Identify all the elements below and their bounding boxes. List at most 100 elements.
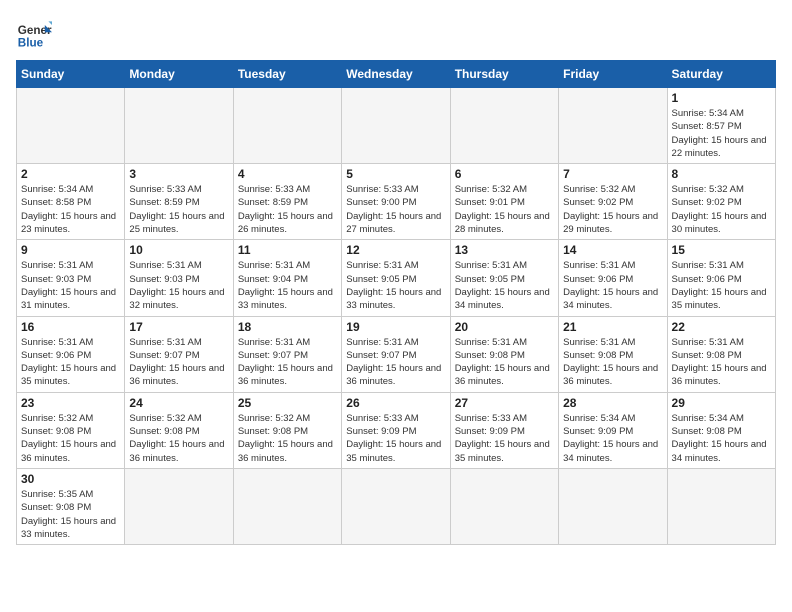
day-info: Sunrise: 5:33 AM Sunset: 9:09 PM Dayligh…: [455, 412, 554, 465]
calendar-cell: 2 Sunrise: 5:34 AM Sunset: 8:58 PM Daylig…: [17, 164, 125, 240]
weekday-header-row: SundayMondayTuesdayWednesdayThursdayFrid…: [17, 61, 776, 88]
calendar-cell: 4 Sunrise: 5:33 AM Sunset: 8:59 PM Daylig…: [233, 164, 341, 240]
day-number: 25: [238, 396, 337, 410]
calendar-cell: [450, 88, 558, 164]
calendar-cell: 14 Sunrise: 5:31 AM Sunset: 9:06 PM Dayli…: [559, 240, 667, 316]
weekday-header-cell: Monday: [125, 61, 233, 88]
day-info: Sunrise: 5:32 AM Sunset: 9:02 PM Dayligh…: [672, 183, 771, 236]
calendar-cell: [559, 468, 667, 544]
day-number: 10: [129, 243, 228, 257]
calendar-cell: 17 Sunrise: 5:31 AM Sunset: 9:07 PM Dayli…: [125, 316, 233, 392]
day-number: 11: [238, 243, 337, 257]
day-info: Sunrise: 5:34 AM Sunset: 8:58 PM Dayligh…: [21, 183, 120, 236]
logo: General Blue: [16, 16, 52, 52]
day-info: Sunrise: 5:33 AM Sunset: 9:00 PM Dayligh…: [346, 183, 445, 236]
calendar-cell: 20 Sunrise: 5:31 AM Sunset: 9:08 PM Dayli…: [450, 316, 558, 392]
calendar-cell: [342, 468, 450, 544]
calendar-cell: 10 Sunrise: 5:31 AM Sunset: 9:03 PM Dayli…: [125, 240, 233, 316]
day-info: Sunrise: 5:31 AM Sunset: 9:08 PM Dayligh…: [455, 336, 554, 389]
day-number: 12: [346, 243, 445, 257]
day-number: 3: [129, 167, 228, 181]
calendar-cell: 23 Sunrise: 5:32 AM Sunset: 9:08 PM Dayli…: [17, 392, 125, 468]
day-info: Sunrise: 5:33 AM Sunset: 8:59 PM Dayligh…: [238, 183, 337, 236]
calendar-cell: 9 Sunrise: 5:31 AM Sunset: 9:03 PM Daylig…: [17, 240, 125, 316]
calendar-cell: [125, 468, 233, 544]
day-number: 8: [672, 167, 771, 181]
weekday-header-cell: Thursday: [450, 61, 558, 88]
calendar-row: 1 Sunrise: 5:34 AM Sunset: 8:57 PM Daylig…: [17, 88, 776, 164]
weekday-header-cell: Sunday: [17, 61, 125, 88]
calendar-cell: 30 Sunrise: 5:35 AM Sunset: 9:08 PM Dayli…: [17, 468, 125, 544]
day-info: Sunrise: 5:31 AM Sunset: 9:05 PM Dayligh…: [346, 259, 445, 312]
calendar-cell: 25Sunrise: 5:32 AM Sunset: 9:08 PM Dayli…: [233, 392, 341, 468]
calendar-cell: [233, 88, 341, 164]
calendar-cell: 21Sunrise: 5:31 AM Sunset: 9:08 PM Dayli…: [559, 316, 667, 392]
day-info: Sunrise: 5:34 AM Sunset: 9:08 PM Dayligh…: [672, 412, 771, 465]
calendar-cell: [125, 88, 233, 164]
day-number: 17: [129, 320, 228, 334]
day-number: 16: [21, 320, 120, 334]
calendar-body: 1 Sunrise: 5:34 AM Sunset: 8:57 PM Daylig…: [17, 88, 776, 545]
calendar-cell: 19 Sunrise: 5:31 AM Sunset: 9:07 PM Dayli…: [342, 316, 450, 392]
day-number: 18: [238, 320, 337, 334]
svg-text:Blue: Blue: [18, 37, 44, 50]
day-number: 20: [455, 320, 554, 334]
day-info: Sunrise: 5:31 AM Sunset: 9:06 PM Dayligh…: [672, 259, 771, 312]
day-number: 6: [455, 167, 554, 181]
calendar-row: 9 Sunrise: 5:31 AM Sunset: 9:03 PM Daylig…: [17, 240, 776, 316]
calendar-cell: 7Sunrise: 5:32 AM Sunset: 9:02 PM Daylig…: [559, 164, 667, 240]
calendar-cell: 3Sunrise: 5:33 AM Sunset: 8:59 PM Daylig…: [125, 164, 233, 240]
day-info: Sunrise: 5:31 AM Sunset: 9:06 PM Dayligh…: [563, 259, 662, 312]
calendar-cell: 26Sunrise: 5:33 AM Sunset: 9:09 PM Dayli…: [342, 392, 450, 468]
day-number: 9: [21, 243, 120, 257]
day-info: Sunrise: 5:31 AM Sunset: 9:08 PM Dayligh…: [672, 336, 771, 389]
day-info: Sunrise: 5:31 AM Sunset: 9:07 PM Dayligh…: [346, 336, 445, 389]
day-info: Sunrise: 5:31 AM Sunset: 9:07 PM Dayligh…: [129, 336, 228, 389]
day-info: Sunrise: 5:34 AM Sunset: 9:09 PM Dayligh…: [563, 412, 662, 465]
day-number: 30: [21, 472, 120, 486]
day-number: 15: [672, 243, 771, 257]
day-number: 1: [672, 91, 771, 105]
calendar-cell: 6Sunrise: 5:32 AM Sunset: 9:01 PM Daylig…: [450, 164, 558, 240]
day-number: 23: [21, 396, 120, 410]
weekday-header-cell: Friday: [559, 61, 667, 88]
weekday-header-cell: Wednesday: [342, 61, 450, 88]
day-number: 14: [563, 243, 662, 257]
day-info: Sunrise: 5:31 AM Sunset: 9:03 PM Dayligh…: [21, 259, 120, 312]
calendar-cell: 24Sunrise: 5:32 AM Sunset: 9:08 PM Dayli…: [125, 392, 233, 468]
day-number: 27: [455, 396, 554, 410]
day-info: Sunrise: 5:35 AM Sunset: 9:08 PM Dayligh…: [21, 488, 120, 541]
calendar-cell: [667, 468, 775, 544]
calendar-cell: 27 Sunrise: 5:33 AM Sunset: 9:09 PM Dayli…: [450, 392, 558, 468]
calendar-cell: [450, 468, 558, 544]
day-number: 22: [672, 320, 771, 334]
weekday-header-cell: Saturday: [667, 61, 775, 88]
calendar-cell: [233, 468, 341, 544]
calendar-row: 16 Sunrise: 5:31 AM Sunset: 9:06 PM Dayli…: [17, 316, 776, 392]
day-number: 21: [563, 320, 662, 334]
day-number: 4: [238, 167, 337, 181]
calendar-cell: 8 Sunrise: 5:32 AM Sunset: 9:02 PM Daylig…: [667, 164, 775, 240]
calendar-cell: [17, 88, 125, 164]
day-info: Sunrise: 5:31 AM Sunset: 9:03 PM Dayligh…: [129, 259, 228, 312]
calendar-table: SundayMondayTuesdayWednesdayThursdayFrid…: [16, 60, 776, 545]
day-info: Sunrise: 5:31 AM Sunset: 9:06 PM Dayligh…: [21, 336, 120, 389]
calendar-cell: [559, 88, 667, 164]
day-info: Sunrise: 5:32 AM Sunset: 9:02 PM Dayligh…: [563, 183, 662, 236]
day-number: 29: [672, 396, 771, 410]
day-info: Sunrise: 5:31 AM Sunset: 9:07 PM Dayligh…: [238, 336, 337, 389]
day-info: Sunrise: 5:34 AM Sunset: 8:57 PM Dayligh…: [672, 107, 771, 160]
day-info: Sunrise: 5:32 AM Sunset: 9:08 PM Dayligh…: [21, 412, 120, 465]
calendar-row: 23 Sunrise: 5:32 AM Sunset: 9:08 PM Dayli…: [17, 392, 776, 468]
calendar-cell: 15 Sunrise: 5:31 AM Sunset: 9:06 PM Dayli…: [667, 240, 775, 316]
day-number: 2: [21, 167, 120, 181]
page-header: General Blue: [16, 16, 776, 52]
calendar-row: 30 Sunrise: 5:35 AM Sunset: 9:08 PM Dayli…: [17, 468, 776, 544]
calendar-cell: 13Sunrise: 5:31 AM Sunset: 9:05 PM Dayli…: [450, 240, 558, 316]
calendar-cell: 11Sunrise: 5:31 AM Sunset: 9:04 PM Dayli…: [233, 240, 341, 316]
day-number: 13: [455, 243, 554, 257]
day-number: 19: [346, 320, 445, 334]
calendar-cell: 12 Sunrise: 5:31 AM Sunset: 9:05 PM Dayli…: [342, 240, 450, 316]
day-info: Sunrise: 5:33 AM Sunset: 9:09 PM Dayligh…: [346, 412, 445, 465]
calendar-row: 2 Sunrise: 5:34 AM Sunset: 8:58 PM Daylig…: [17, 164, 776, 240]
